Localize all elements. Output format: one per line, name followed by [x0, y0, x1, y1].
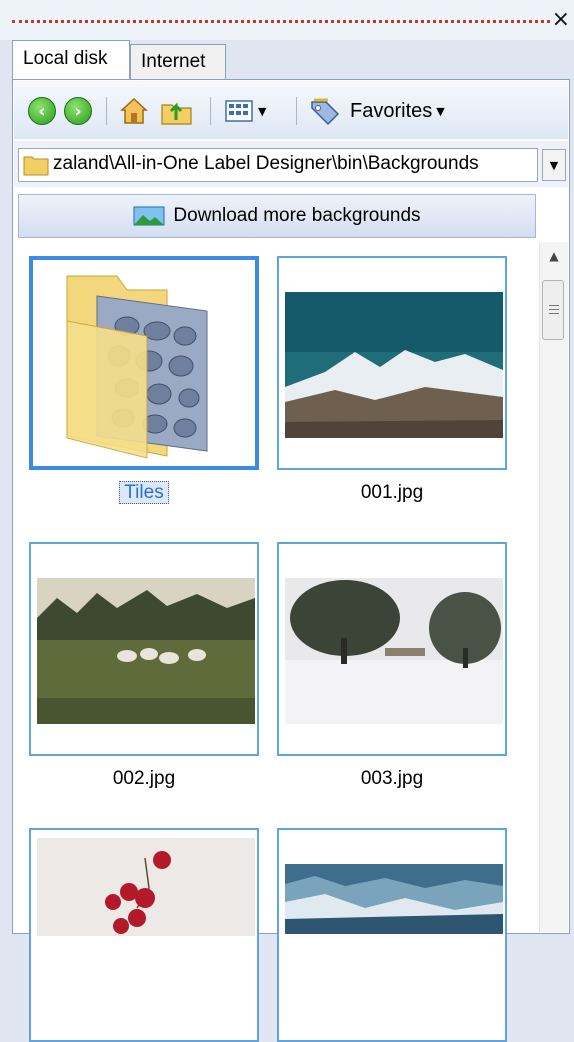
folder-up-icon: [161, 102, 192, 125]
favorites-button[interactable]: Favorites ▼: [308, 95, 445, 127]
image-thumbnail: [37, 838, 255, 936]
back-button[interactable]: ‹: [28, 95, 56, 127]
item-label: 001.jpg: [360, 482, 424, 503]
item-label: 002.jpg: [112, 768, 176, 789]
grip-line: [549, 305, 559, 306]
image-thumbnail: [285, 578, 503, 724]
download-more-button[interactable]: Download more backgrounds: [18, 194, 536, 238]
browser-panel: ‹ › ▼ Favorites ▼ zaland\All-in-One Labe…: [12, 79, 570, 1042]
forward-button[interactable]: ›: [64, 95, 92, 127]
address-bar: zaland\All-in-One Label Designer\bin\Bac…: [14, 141, 568, 187]
download-label: Download more backgrounds: [173, 205, 421, 226]
up-folder-button[interactable]: [160, 95, 194, 127]
path-text: zaland\All-in-One Label Designer\bin\Bac…: [53, 153, 479, 174]
item-label: Tiles: [29, 481, 259, 504]
tab-local-disk[interactable]: Local disk: [12, 40, 130, 80]
list-item-001[interactable]: [277, 256, 507, 470]
grip-line: [549, 309, 559, 310]
image-thumbnail: [285, 864, 503, 934]
list-item-004[interactable]: [29, 828, 259, 1042]
favorites-icon: [311, 98, 340, 126]
picture-icon: [133, 206, 165, 226]
image-thumbnail: [285, 292, 503, 438]
folder-icon: [23, 156, 49, 176]
close-icon[interactable]: ×: [552, 9, 570, 31]
scroll-up-icon[interactable]: ▲: [544, 246, 564, 266]
item-label: 003.jpg: [360, 768, 424, 789]
view-mode-button[interactable]: ▼: [224, 95, 266, 127]
chevron-down-icon: ▼: [258, 104, 267, 118]
list-item-002[interactable]: [29, 542, 259, 756]
toolbar: ‹ › ▼ Favorites ▼: [14, 81, 568, 139]
chevron-down-icon: ▼: [549, 158, 559, 172]
list-item-003[interactable]: [277, 542, 507, 756]
back-arrow-icon: ‹: [28, 97, 56, 125]
home-icon: [120, 97, 148, 124]
forward-arrow-icon: ›: [64, 97, 92, 125]
scrollbar-thumb[interactable]: [542, 280, 564, 340]
grip-line: [549, 313, 559, 314]
panel-titlebar: ×: [0, 0, 574, 40]
favorites-label: Favorites: [350, 99, 433, 122]
vertical-scrollbar[interactable]: ▲: [539, 242, 568, 932]
toolbar-separator: [296, 97, 297, 125]
list-item-005[interactable]: [277, 828, 507, 1042]
toolbar-separator: [210, 97, 211, 125]
tab-strip: Local disk Internet: [0, 36, 574, 80]
tab-internet[interactable]: Internet: [130, 44, 226, 80]
home-button[interactable]: [118, 95, 150, 127]
path-dropdown-button[interactable]: ▼: [542, 149, 566, 181]
path-input[interactable]: zaland\All-in-One Label Designer\bin\Bac…: [18, 148, 538, 182]
toolbar-separator: [106, 97, 107, 125]
image-thumbnail: [37, 578, 255, 724]
drag-handle[interactable]: [12, 20, 550, 23]
list-item-tiles[interactable]: [29, 256, 259, 470]
view-mode-icon: [225, 100, 253, 122]
folder-icon: [66, 275, 208, 459]
chevron-down-icon: ▼: [436, 104, 445, 118]
